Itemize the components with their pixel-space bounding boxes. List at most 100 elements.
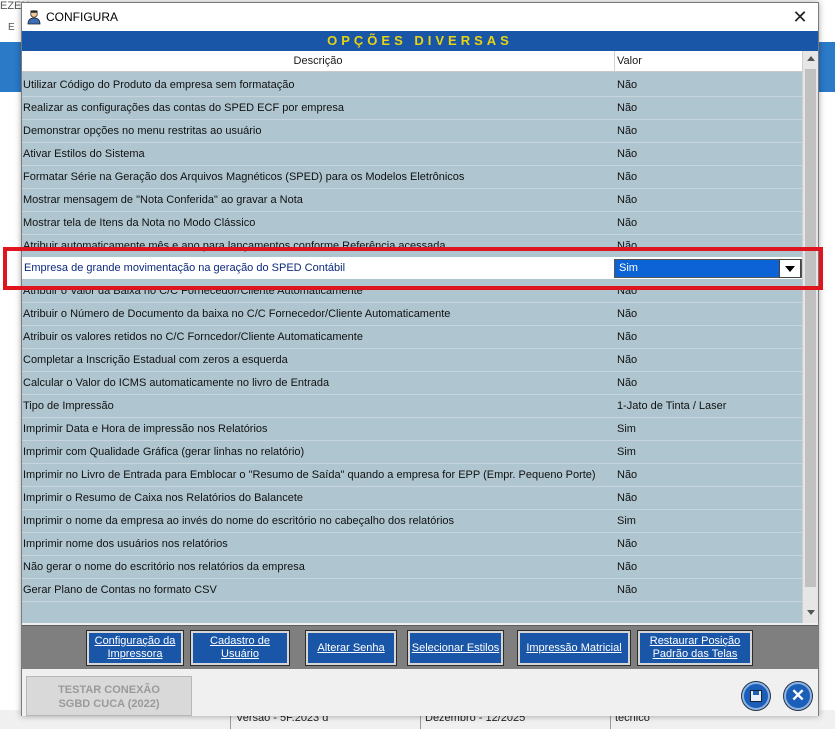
scroll-up-icon[interactable] <box>803 51 818 67</box>
row-description: Demonstrar opções no menu restritas ao u… <box>23 125 262 137</box>
table-row[interactable]: Imprimir no Livro de Entrada para Embloc… <box>22 464 802 487</box>
table-row[interactable]: Completar a Inscrição Estadual com zeros… <box>22 349 802 372</box>
table-row[interactable]: Atribuir automaticamente mês e ano para … <box>22 235 802 258</box>
scroll-thumb[interactable] <box>805 69 816 587</box>
row-description: Gerar Plano de Contas no formato CSV <box>23 584 217 596</box>
row-description: Imprimir no Livro de Entrada para Embloc… <box>23 469 596 481</box>
row-value[interactable]: Não <box>617 584 637 596</box>
row-value[interactable]: Não <box>617 308 637 320</box>
table-row[interactable]: Imprimir nome dos usuários nos relatório… <box>22 533 802 556</box>
restore-layout-button[interactable]: Restaurar Posição Padrão das Telas <box>637 630 753 666</box>
table-row[interactable]: Imprimir o Resumo de Caixa nos Relatório… <box>22 487 802 510</box>
row-value[interactable]: Não <box>617 354 637 366</box>
table-row[interactable]: Imprimir com Qualidade Gráfica (gerar li… <box>22 441 802 464</box>
background-banner-right <box>818 42 835 92</box>
button-label: Impressão Matricial <box>526 641 622 654</box>
section-heading: OPÇÕES DIVERSAS <box>22 31 818 51</box>
row-divider <box>22 601 802 602</box>
dialog-footer: TESTAR CONEXÃO SGBD CUCA (2022) ✕ <box>22 670 818 716</box>
row-description: Empresa de grande movimentação na geraçã… <box>24 262 346 274</box>
table-row[interactable]: Atribuir os valores retidos no C/C Fornc… <box>22 326 802 349</box>
row-description: Atribuir o Valor da Baixa no C/C Fornece… <box>23 285 363 297</box>
chevron-down-icon[interactable] <box>779 259 801 278</box>
change-password-button[interactable]: Alterar Senha <box>305 630 397 666</box>
table-row[interactable]: Imprimir o nome da empresa ao invés do n… <box>22 510 802 533</box>
scroll-down-icon[interactable] <box>803 605 818 621</box>
table-row[interactable]: Gerar Plano de Contas no formato CSV Não <box>22 579 802 602</box>
button-label: Cadastro de Usuário <box>210 635 270 660</box>
title-bar[interactable]: CONFIGURA ✕ <box>22 3 818 31</box>
column-header-description[interactable]: Descrição <box>22 51 615 72</box>
background-text: E <box>8 22 15 33</box>
select-value: Sim <box>619 262 638 274</box>
table-row[interactable]: Atribuir o Número de Documento da baixa … <box>22 303 802 326</box>
row-description: Atribuir os valores retidos no C/C Fornc… <box>23 331 363 343</box>
row-value[interactable]: Sim <box>617 423 636 435</box>
options-grid[interactable]: Descrição Valor Utilizar Código do Produ… <box>22 51 818 623</box>
window-title: CONFIGURA <box>46 10 118 24</box>
row-description: Formatar Série na Geração dos Arquivos M… <box>23 171 465 183</box>
background-banner <box>0 42 22 92</box>
row-description: Realizar as configurações das contas do … <box>23 102 344 114</box>
test-connection-button[interactable]: TESTAR CONEXÃO SGBD CUCA (2022) <box>26 676 192 716</box>
row-value[interactable]: Não <box>617 148 637 160</box>
row-value[interactable]: Não <box>617 102 637 114</box>
button-label: Restaurar Posição Padrão das Telas <box>649 635 741 660</box>
row-value[interactable]: Não <box>617 171 637 183</box>
row-description: Tipo de Impressão <box>23 400 114 412</box>
row-value[interactable]: Não <box>617 492 637 504</box>
save-button[interactable] <box>742 682 770 710</box>
user-register-button[interactable]: Cadastro de Usuário <box>190 630 290 666</box>
row-description: Não gerar o nome do escritório nos relat… <box>23 561 305 573</box>
button-label: Selecionar Estilos <box>411 641 500 654</box>
table-row[interactable]: Mostrar mensagem de "Nota Conferida" ao … <box>22 189 802 212</box>
table-row[interactable]: Atribuir o Valor da Baixa no C/C Fornece… <box>22 280 802 303</box>
row-value[interactable]: Não <box>617 125 637 137</box>
button-bar: Configuração da Impressora Cadastro de Usu… <box>22 625 818 669</box>
column-header-value[interactable]: Valor <box>617 51 797 72</box>
table-row[interactable]: Utilizar Código do Produto da empresa se… <box>22 74 802 97</box>
window-close-button[interactable]: ✕ <box>782 3 818 31</box>
table-row[interactable]: Demonstrar opções no menu restritas ao u… <box>22 120 802 143</box>
vertical-scrollbar[interactable] <box>802 51 818 623</box>
button-label: Configuração da Impressora <box>94 635 176 660</box>
row-value[interactable]: 1-Jato de Tinta / Laser <box>617 400 726 412</box>
row-value[interactable]: Não <box>617 79 637 91</box>
row-description: Imprimir o nome da empresa ao invés do n… <box>23 515 455 527</box>
select-styles-button[interactable]: Selecionar Estilos <box>407 630 504 666</box>
row-description: Ativar Estilos do Sistema <box>23 148 145 160</box>
table-row[interactable]: Realizar as configurações das contas do … <box>22 97 802 120</box>
row-value[interactable]: Não <box>617 561 637 573</box>
table-row[interactable]: Tipo de Impressão 1-Jato de Tinta / Laser <box>22 395 802 418</box>
selected-row[interactable]: Empresa de grande movimentação na geraçã… <box>22 257 802 279</box>
row-description: Atribuir automaticamente mês e ano para … <box>23 240 446 252</box>
row-value[interactable]: Não <box>617 538 637 550</box>
row-value[interactable]: Não <box>617 194 637 206</box>
row-value[interactable]: Não <box>617 377 637 389</box>
row-value[interactable]: Sim <box>617 515 636 527</box>
table-row[interactable]: Não gerar o nome do escritório nos relat… <box>22 556 802 579</box>
row-description: Mostrar mensagem de "Nota Conferida" ao … <box>23 194 303 206</box>
row-value[interactable]: Não <box>617 217 637 229</box>
table-row[interactable]: Imprimir Data e Hora de impressão nos Re… <box>22 418 802 441</box>
row-value[interactable]: Não <box>617 285 637 297</box>
row-value[interactable]: Não <box>617 331 637 343</box>
table-row[interactable]: Calcular o Valor do ICMS automaticamente… <box>22 372 802 395</box>
row-value[interactable]: Não <box>617 240 637 252</box>
value-select[interactable]: Sim <box>614 259 802 278</box>
row-description: Imprimir o Resumo de Caixa nos Relatório… <box>23 492 304 504</box>
row-description: Imprimir com Qualidade Gráfica (gerar li… <box>23 446 305 458</box>
grid-header: Descrição Valor <box>22 51 802 72</box>
printer-config-button[interactable]: Configuração da Impressora <box>86 630 184 666</box>
row-value[interactable]: Sim <box>617 446 636 458</box>
row-description: Atribuir o Número de Documento da baixa … <box>23 308 451 320</box>
user-gear-icon <box>27 10 41 25</box>
row-description: Imprimir nome dos usuários nos relatório… <box>23 538 228 550</box>
table-row[interactable]: Ativar Estilos do Sistema Não <box>22 143 802 166</box>
table-row[interactable]: Formatar Série na Geração dos Arquivos M… <box>22 166 802 189</box>
exit-button[interactable]: ✕ <box>784 682 812 710</box>
row-description: Mostrar tela de Itens da Nota no Modo Cl… <box>23 217 256 229</box>
matrix-print-button[interactable]: Impressão Matricial <box>517 630 631 666</box>
row-value[interactable]: Não <box>617 469 637 481</box>
table-row[interactable]: Mostrar tela de Itens da Nota no Modo Cl… <box>22 212 802 235</box>
